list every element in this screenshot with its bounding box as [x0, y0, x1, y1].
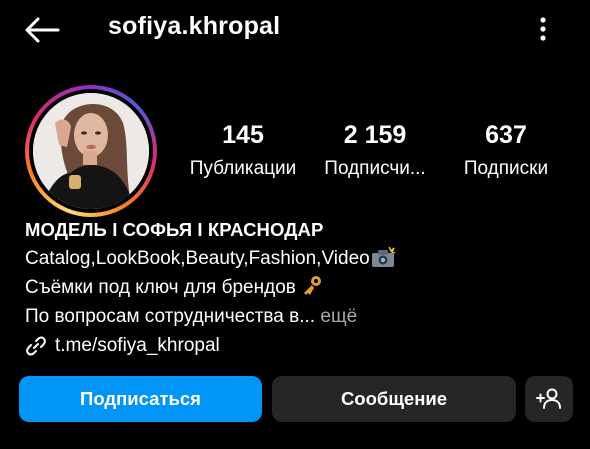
stat-following[interactable]: 637	[476, 120, 536, 150]
bio-line-2-text: Съёмки под ключ для брендов	[25, 277, 296, 298]
arrow-left-icon	[25, 17, 60, 43]
bio-display-name: МОДЕЛЬ I СОФЬЯ I КРАСНОДАР	[25, 219, 324, 240]
more-vertical-icon	[540, 17, 546, 41]
stat-followers-label-wrap: Подписчи...	[314, 150, 436, 182]
bio: МОДЕЛЬ I СОФЬЯ I КРАСНОДАР Catalog,LookB…	[25, 215, 570, 360]
bio-line-2: Съёмки под ключ для брендов	[25, 273, 570, 302]
bio-external-link[interactable]: t.me/sofiya_khropal	[25, 331, 570, 360]
add-user-icon	[536, 388, 561, 409]
bio-line-3-text: По вопросам сотрудничества в...	[25, 306, 316, 327]
profile-username: sofiya.khropal	[108, 12, 281, 40]
bio-link-text: t.me/sofiya_khropal	[55, 335, 220, 356]
posts-label: Публикации	[189, 158, 297, 179]
follow-button[interactable]: Подписаться	[19, 376, 262, 422]
bio-line-1-text: Catalog,LookBook,Beauty,Fashion,Video	[25, 248, 370, 269]
camera-flash-icon	[370, 246, 396, 269]
stat-posts-label-wrap: Публикации	[180, 150, 306, 182]
suggest-users-button[interactable]	[525, 376, 573, 422]
posts-count: 145	[222, 121, 264, 149]
message-button[interactable]: Сообщение	[272, 376, 516, 422]
followers-label: Подписчи...	[324, 158, 426, 179]
following-label: Подписки	[463, 158, 549, 179]
key-icon	[301, 276, 323, 298]
story-ring[interactable]	[25, 85, 157, 217]
bio-line-3: По вопросам сотрудничества в... ещё	[25, 302, 570, 331]
stat-posts[interactable]: 145	[218, 120, 268, 150]
avatar[interactable]	[33, 93, 149, 209]
followers-count: 2 159	[343, 121, 407, 149]
profile-photo	[33, 93, 149, 209]
bio-more-link[interactable]: ещё	[320, 306, 357, 327]
stat-followers[interactable]: 2 159	[330, 120, 420, 150]
more-options-button[interactable]	[532, 12, 554, 48]
following-count: 637	[485, 121, 527, 149]
link-icon	[26, 336, 46, 355]
top-bar: sofiya.khropal	[0, 0, 590, 60]
bio-line-1: Catalog,LookBook,Beauty,Fashion,Video	[25, 244, 570, 273]
stat-following-label-wrap: Подписки	[453, 150, 559, 182]
back-button[interactable]	[22, 12, 62, 48]
